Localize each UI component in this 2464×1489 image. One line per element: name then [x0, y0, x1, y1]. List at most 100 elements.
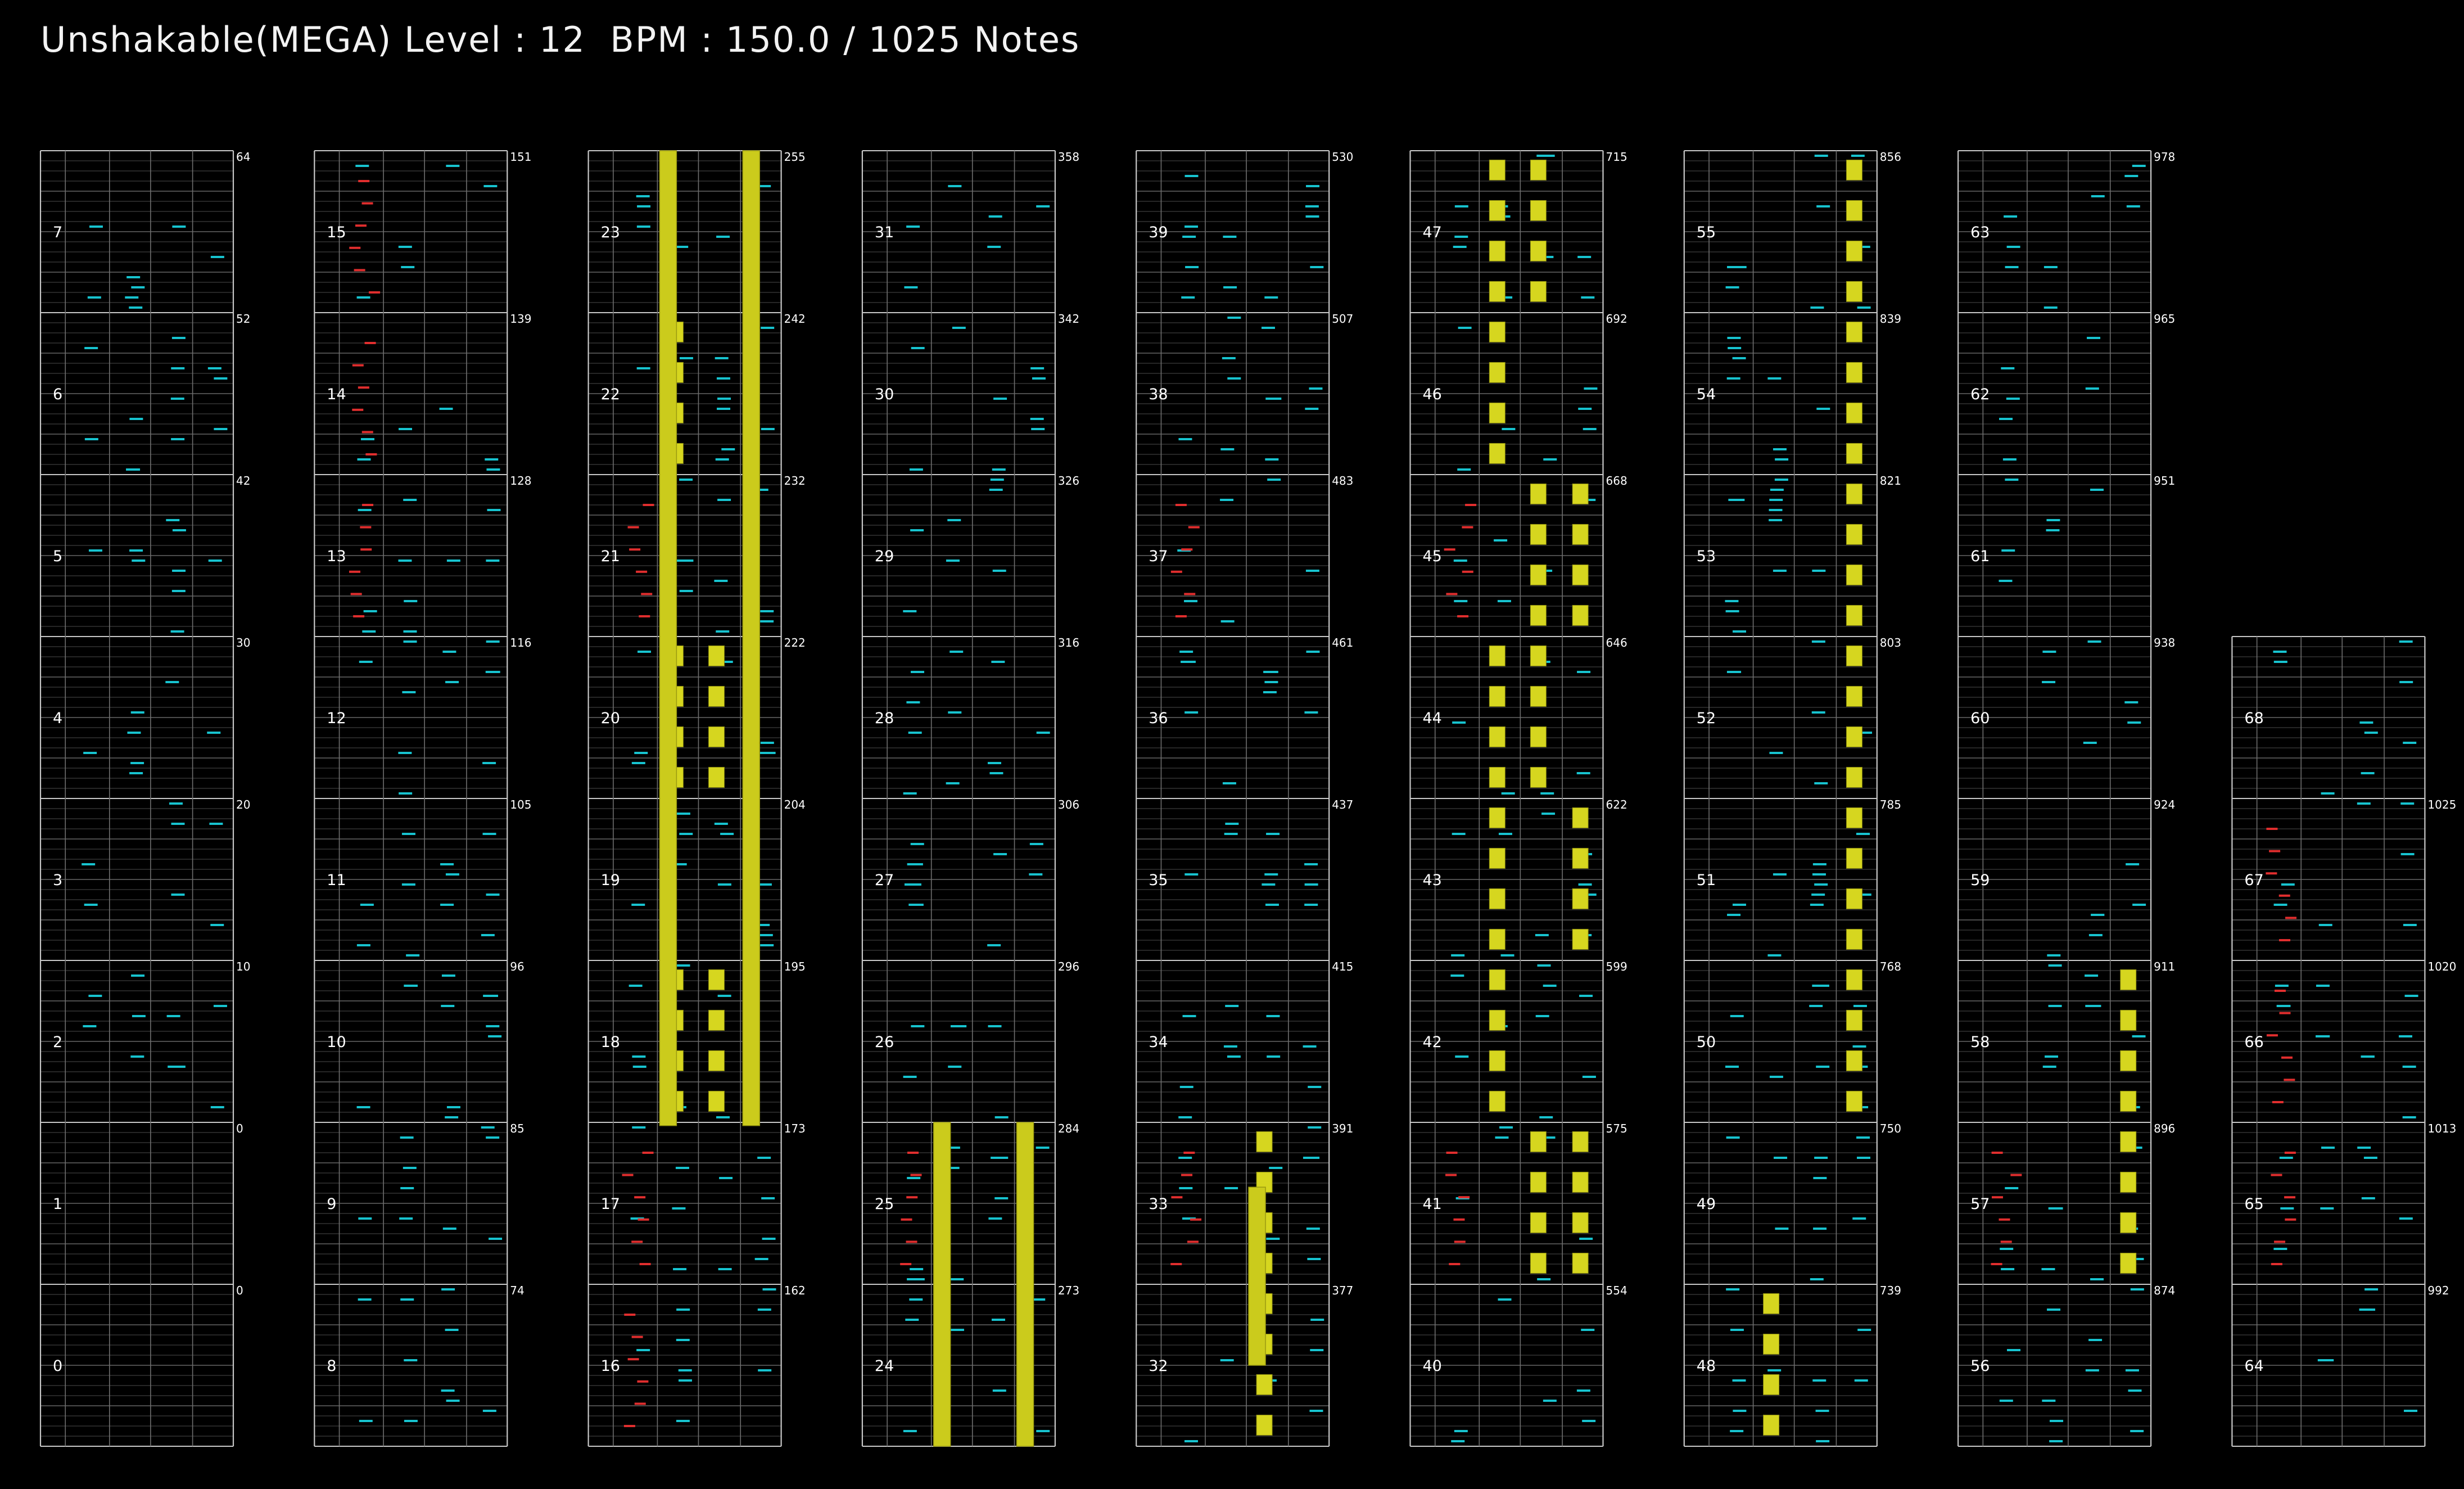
tap-note — [1184, 1440, 1198, 1442]
tap-note — [129, 306, 143, 309]
charge-block — [1846, 847, 1862, 869]
tap-note — [166, 1015, 180, 1017]
tap-note — [2273, 1248, 2287, 1250]
charge-block — [1846, 726, 1862, 747]
tap-note — [1306, 651, 1320, 653]
scratch-note — [622, 1174, 634, 1176]
tap-note — [1304, 863, 1318, 865]
tap-note — [675, 1167, 689, 1169]
tap-note — [757, 1157, 771, 1159]
tap-note — [1309, 1410, 1323, 1412]
note-count-label: 342 — [1058, 312, 1079, 326]
tap-note — [1223, 1045, 1237, 1048]
measure-number: 41 — [1423, 1195, 1442, 1213]
tap-note — [83, 1025, 97, 1027]
tap-note — [1770, 489, 1784, 491]
tap-note — [1725, 286, 1739, 288]
note-count-label: 10 — [236, 960, 250, 973]
tap-note — [2399, 640, 2413, 643]
tap-note — [404, 600, 418, 602]
tap-note — [1816, 408, 1830, 410]
tap-note — [486, 640, 500, 643]
tap-note — [1266, 1238, 1280, 1240]
charge-block — [1572, 928, 1589, 950]
note-count-label: 896 — [2154, 1122, 2175, 1135]
charge-block — [1489, 726, 1505, 747]
tap-note — [1769, 1076, 1783, 1078]
tap-note — [636, 367, 650, 369]
tap-note — [903, 1076, 917, 1078]
tap-note — [400, 1187, 414, 1189]
tap-note — [2398, 1035, 2412, 1037]
note-count-label: 622 — [1606, 798, 1627, 811]
tap-note — [1810, 306, 1824, 309]
measure-number: 47 — [1423, 224, 1442, 241]
tap-note — [2048, 1207, 2062, 1210]
note-count-label: 273 — [1058, 1284, 1079, 1297]
tap-note — [948, 1066, 962, 1068]
note-count-label: 195 — [784, 960, 806, 973]
tap-note — [399, 1217, 413, 1220]
long-note — [1248, 1186, 1266, 1366]
measure-number: 45 — [1423, 548, 1442, 565]
tap-note — [2042, 1066, 2056, 1068]
note-count-label: 0 — [236, 1122, 243, 1135]
chart-column-0: 0010210320430542652764 — [39, 150, 250, 1447]
tap-note — [989, 772, 1003, 774]
tap-note — [132, 1015, 146, 1017]
measure-number: 59 — [1970, 872, 1990, 889]
tap-note — [2049, 1440, 2063, 1442]
tap-note — [171, 823, 185, 825]
scratch-note — [634, 1402, 646, 1405]
tap-note — [1502, 428, 1516, 430]
tap-note — [907, 1177, 921, 1179]
charge-block — [1846, 1050, 1862, 1071]
tap-note — [2321, 1147, 2335, 1149]
tap-note — [172, 225, 186, 228]
scratch-note — [1188, 526, 1200, 529]
scratch-note — [2274, 1240, 2286, 1243]
scratch-note — [1991, 1263, 2002, 1265]
tap-note — [172, 529, 186, 531]
tap-note — [1224, 833, 1238, 835]
charge-block — [1489, 847, 1505, 869]
tap-note — [171, 337, 186, 339]
tap-note — [404, 1420, 418, 1422]
tap-note — [486, 1136, 500, 1139]
tap-note — [994, 1116, 1009, 1118]
tap-note — [359, 661, 373, 663]
tap-note — [1182, 1015, 1196, 1017]
tap-note — [2126, 205, 2140, 207]
charge-block — [2120, 1090, 2137, 1112]
tap-note — [1036, 1430, 1050, 1432]
tap-note — [171, 590, 186, 592]
tap-note — [1303, 1045, 1317, 1048]
tap-note — [210, 924, 224, 926]
tap-note — [1306, 185, 1320, 187]
tap-note — [1543, 1400, 1557, 1402]
scratch-note — [360, 526, 372, 529]
note-count-label: 415 — [1332, 960, 1353, 973]
tap-note — [2006, 246, 2020, 248]
tap-note — [358, 1217, 372, 1220]
tap-note — [2128, 1389, 2142, 1392]
charge-block — [1489, 766, 1505, 788]
note-count-label: 924 — [2154, 798, 2175, 811]
tap-note — [908, 863, 923, 865]
tap-note — [88, 995, 102, 997]
measure-number: 19 — [601, 872, 620, 889]
charge-block — [708, 726, 725, 747]
note-count-label: 768 — [1880, 960, 1901, 973]
tap-note — [991, 1319, 1005, 1321]
tap-note — [988, 1025, 1002, 1027]
measure-number: 64 — [2244, 1357, 2263, 1375]
measure-number: 57 — [1970, 1195, 1990, 1213]
tap-note — [440, 863, 454, 865]
measure-number: 40 — [1423, 1357, 1442, 1375]
tap-note — [2048, 964, 2062, 967]
charge-block — [1846, 321, 1862, 342]
tap-note — [948, 185, 962, 187]
tap-note — [2085, 387, 2099, 390]
tap-note — [1812, 873, 1826, 876]
tap-note — [1775, 1228, 1789, 1230]
